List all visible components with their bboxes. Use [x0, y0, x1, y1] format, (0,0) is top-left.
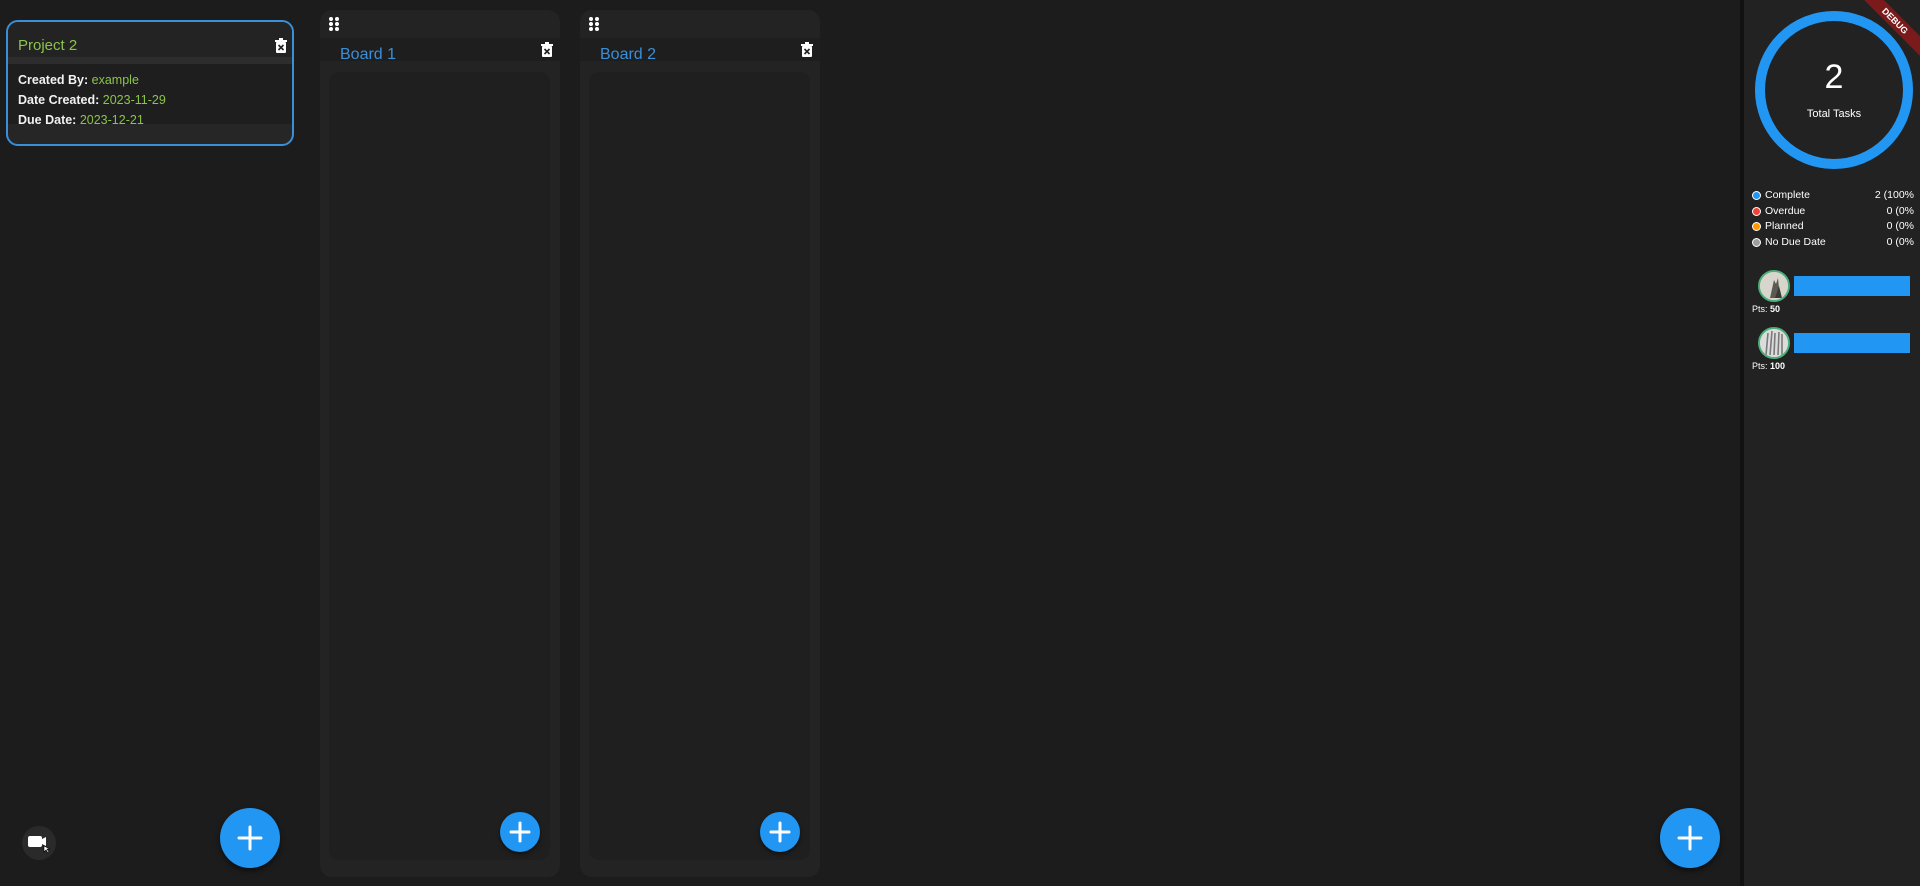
- toggle-view-button[interactable]: [22, 826, 56, 860]
- no-due-date-dot-icon: [1752, 237, 1761, 247]
- pts-value: 100: [1770, 361, 1786, 371]
- plus-icon: [509, 821, 531, 843]
- legend-planned: Planned 0 (0%: [1752, 219, 1920, 235]
- total-tasks-label: Total Tasks: [1806, 108, 1862, 120]
- add-project-button[interactable]: [220, 808, 280, 868]
- add-task-button[interactable]: [500, 812, 540, 852]
- board-1: Board 1: [320, 10, 560, 877]
- legend-label: No Due Date: [1765, 235, 1826, 248]
- date-created-value: 2023-11-29: [102, 93, 166, 107]
- user-row-1[interactable]: Pts: 50: [1752, 270, 1920, 320]
- board-2: Board 2: [580, 10, 820, 877]
- date-created-label: Date Created:: [18, 93, 100, 107]
- created-by-value: example: [91, 73, 139, 87]
- legend-complete: Complete 2 (100%: [1752, 188, 1920, 204]
- drag-handle-icon[interactable]: [328, 16, 340, 37]
- due-date-row: Due Date: 2023-12-21: [18, 110, 292, 130]
- plus-icon: [237, 825, 263, 851]
- date-created-row: Date Created: 2023-11-29: [18, 90, 292, 110]
- user-points: Pts: 50: [1752, 304, 1780, 314]
- complete-dot-icon: [1752, 191, 1761, 200]
- user-points-bar: [1794, 276, 1910, 296]
- app-root: Project 2 Created By: example Date Creat…: [0, 0, 1920, 886]
- legend-overdue: Overdue 0 (0%: [1752, 204, 1920, 220]
- plus-icon: [769, 821, 791, 843]
- trash-icon[interactable]: [540, 42, 554, 63]
- planned-dot-icon: [1752, 222, 1761, 231]
- add-task-button[interactable]: [760, 812, 800, 852]
- trash-icon[interactable]: [274, 38, 288, 59]
- avatar[interactable]: [1758, 270, 1790, 302]
- toggle-view-icon: [28, 836, 51, 854]
- board-title[interactable]: Board 2: [600, 46, 656, 64]
- legend-label: Complete: [1765, 189, 1810, 201]
- drag-handle-icon[interactable]: [588, 16, 600, 37]
- user-points-bar: [1794, 333, 1910, 353]
- user-row-2[interactable]: Pts: 100: [1752, 327, 1920, 377]
- legend-value: 0 (0%: [1886, 235, 1914, 248]
- status-legend: Complete 2 (100% Overdue 0 (0% Planned 0…: [1752, 188, 1920, 250]
- created-by-row: Created By: example: [18, 70, 292, 90]
- board-task-area: [329, 72, 550, 860]
- trash-icon[interactable]: [800, 42, 814, 63]
- board-task-area: [589, 72, 810, 860]
- project-title: Project 2: [18, 37, 78, 54]
- pts-value: 50: [1770, 304, 1781, 314]
- project-card-divider: [8, 57, 292, 64]
- total-tasks-count: 2: [1824, 58, 1844, 96]
- pts-label: Pts:: [1752, 304, 1768, 314]
- project-card[interactable]: Project 2 Created By: example Date Creat…: [6, 20, 294, 146]
- due-date-value: 2023-12-21: [79, 113, 144, 127]
- legend-value: 2 (100%: [1874, 189, 1914, 201]
- legend-label: Planned: [1765, 220, 1804, 232]
- add-board-button[interactable]: [1660, 808, 1720, 868]
- legend-value: 0 (0%: [1886, 204, 1914, 217]
- user-points: Pts: 100: [1752, 361, 1785, 371]
- due-date-label: Due Date:: [18, 113, 77, 127]
- project-card-header: Project 2: [8, 22, 292, 57]
- legend-value: 0 (0%: [1886, 220, 1914, 232]
- plus-icon: [1677, 825, 1703, 851]
- stats-sidebar: 2 Total Tasks DEBUG Complete 2 (100% Ove…: [1740, 0, 1920, 886]
- created-by-label: Created By:: [18, 73, 89, 87]
- project-meta: Created By: example Date Created: 2023-1…: [8, 64, 292, 127]
- overdue-dot-icon: [1752, 206, 1761, 216]
- pts-label: Pts:: [1752, 361, 1768, 371]
- legend-no-due-date: No Due Date 0 (0%: [1752, 235, 1920, 251]
- avatar[interactable]: [1758, 327, 1790, 359]
- legend-label: Overdue: [1765, 204, 1806, 217]
- board-title[interactable]: Board 1: [340, 46, 396, 64]
